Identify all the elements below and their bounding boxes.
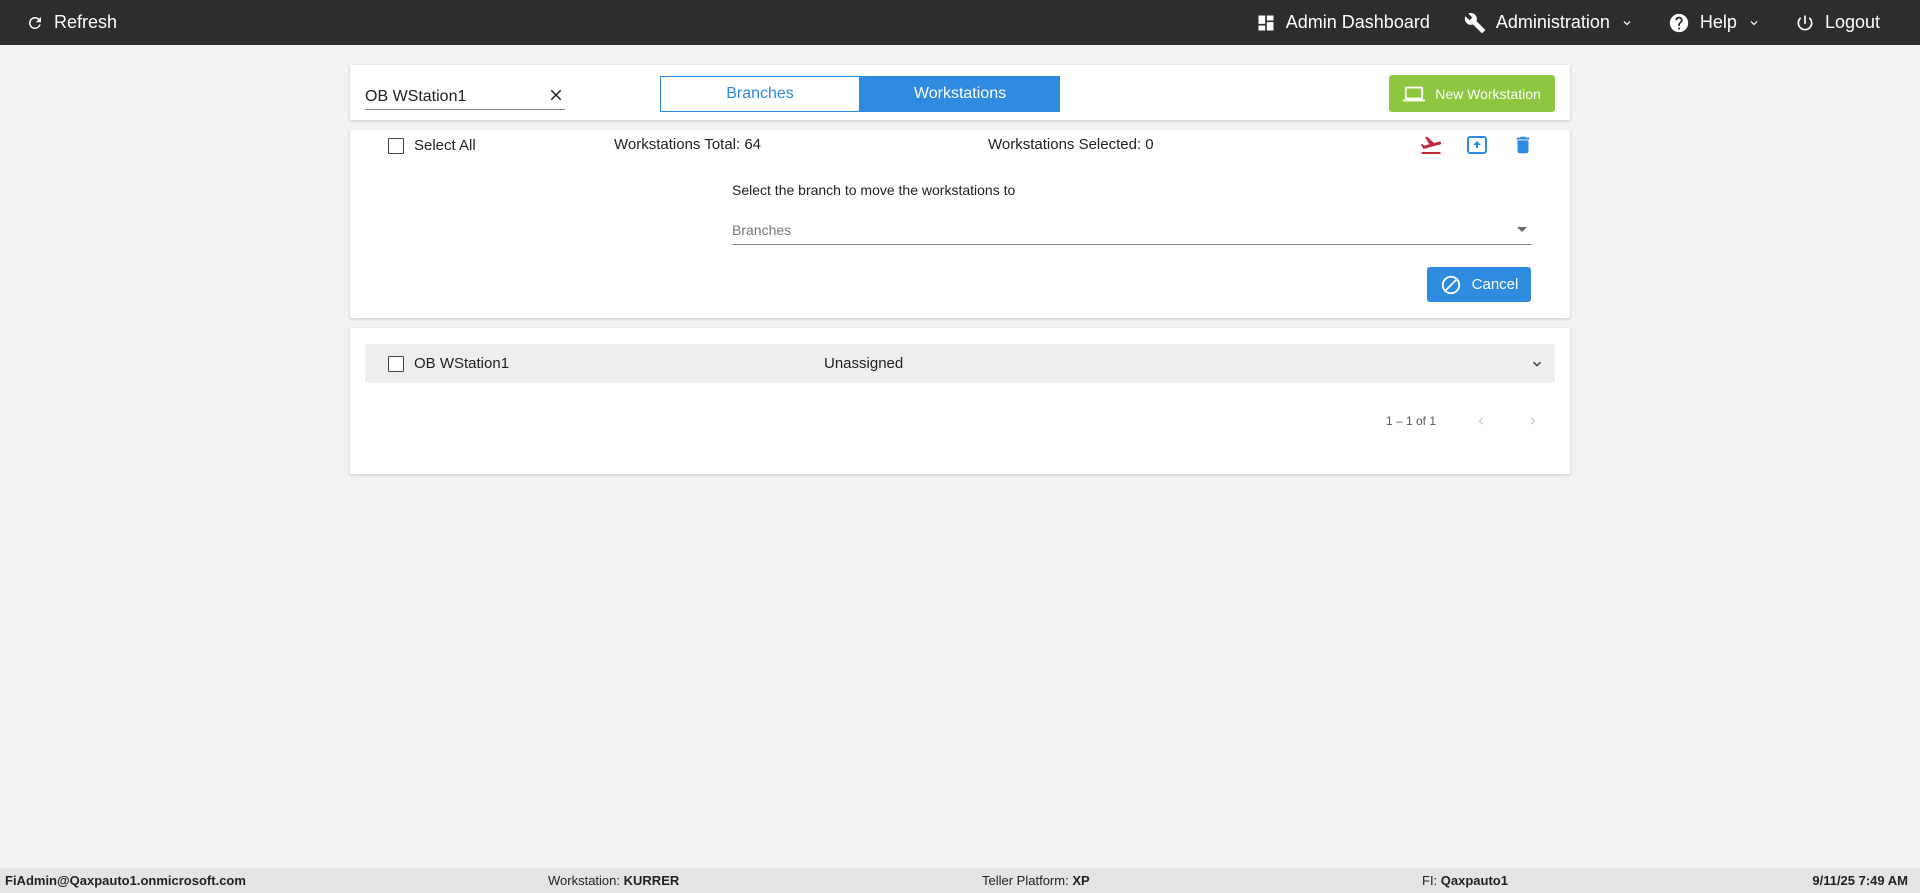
view-toggle: Branches Workstations bbox=[660, 76, 1060, 112]
close-icon[interactable] bbox=[547, 86, 565, 104]
delete-workstations-button[interactable] bbox=[1511, 133, 1535, 157]
select-all-checkbox[interactable] bbox=[388, 137, 404, 154]
select-all-label: Select All bbox=[414, 137, 476, 154]
bulk-action-icons bbox=[1419, 133, 1535, 157]
new-workstation-label: New Workstation bbox=[1435, 85, 1541, 102]
status-fi: FI: Qaxpauto1 bbox=[1422, 873, 1508, 888]
status-platform: Teller Platform: XP bbox=[982, 873, 1090, 888]
dashboard-icon bbox=[1258, 15, 1274, 30]
chevron-down-icon bbox=[1750, 20, 1758, 25]
workstations-selected: Workstations Selected: 0 bbox=[988, 136, 1154, 153]
status-datetime: 9/11/25 7:49 AM bbox=[1812, 873, 1908, 888]
top-bar: Refresh Admin Dashboard Administration H… bbox=[0, 0, 1920, 45]
new-workstation-button[interactable]: New Workstation bbox=[1389, 75, 1555, 112]
help-label: Help bbox=[1699, 12, 1737, 32]
workstations-total: Workstations Total: 64 bbox=[614, 136, 762, 153]
administration-menu[interactable]: Administration bbox=[1464, 12, 1634, 34]
refresh-label: Refresh bbox=[54, 12, 118, 32]
select-all[interactable]: Select All bbox=[388, 137, 476, 154]
paginator-range: 1 – 1 of 1 bbox=[1385, 414, 1436, 428]
bulk-actions-card: Select All Workstations Total: 64 Workst… bbox=[350, 130, 1570, 318]
refresh-icon bbox=[28, 16, 41, 29]
refresh-button[interactable]: Refresh bbox=[26, 0, 117, 45]
paginator: 1 – 1 of 1 bbox=[1386, 413, 1540, 429]
branch-select[interactable]: Branches bbox=[732, 215, 1532, 245]
help-icon bbox=[1669, 13, 1689, 32]
admin-dashboard-button[interactable]: Admin Dashboard bbox=[1256, 12, 1430, 33]
toolbar-card: Branches Workstations New Workstation bbox=[350, 65, 1570, 120]
power-icon bbox=[1797, 15, 1813, 30]
move-workstations-button[interactable] bbox=[1419, 133, 1443, 157]
chevron-down-icon bbox=[1623, 20, 1631, 25]
help-menu[interactable]: Help bbox=[1668, 12, 1761, 34]
status-bar: FiAdmin@Qaxpauto1.onmicrosoft.com Workst… bbox=[0, 868, 1920, 893]
upload-icon bbox=[1467, 136, 1487, 154]
chevron-left-icon[interactable] bbox=[1474, 413, 1488, 429]
administration-label: Administration bbox=[1495, 12, 1610, 32]
logout-button[interactable]: Logout bbox=[1795, 12, 1880, 33]
tab-branches[interactable]: Branches bbox=[660, 76, 860, 112]
admin-dashboard-label: Admin Dashboard bbox=[1285, 12, 1430, 32]
workstation-name: OB WStation1 bbox=[414, 355, 510, 372]
status-workstation: Workstation: KURRER bbox=[548, 873, 680, 888]
status-user: FiAdmin@Qaxpauto1.onmicrosoft.com bbox=[5, 873, 246, 888]
block-icon bbox=[1441, 275, 1460, 294]
export-workstations-button[interactable] bbox=[1465, 133, 1489, 157]
workstation-list-card: OB WStation1 Unassigned 1 – 1 of 1 bbox=[350, 328, 1570, 474]
flight-takeoff-icon bbox=[1420, 136, 1442, 154]
logout-label: Logout bbox=[1824, 12, 1880, 32]
dropdown-arrow-icon bbox=[1517, 227, 1527, 232]
chevron-down-icon[interactable] bbox=[1529, 356, 1545, 372]
table-row[interactable]: OB WStation1 Unassigned bbox=[365, 344, 1555, 383]
search-field bbox=[365, 80, 565, 110]
tab-workstations[interactable]: Workstations bbox=[860, 76, 1060, 112]
cancel-button[interactable]: Cancel bbox=[1427, 267, 1531, 302]
chevron-right-icon[interactable] bbox=[1526, 413, 1540, 429]
cancel-label: Cancel bbox=[1471, 276, 1519, 293]
trash-icon bbox=[1516, 136, 1530, 154]
row-checkbox[interactable] bbox=[388, 355, 404, 372]
search-input[interactable] bbox=[365, 83, 535, 106]
branch-select-placeholder: Branches bbox=[732, 221, 792, 238]
wrench-icon bbox=[1464, 12, 1485, 33]
laptop-icon bbox=[1403, 86, 1426, 101]
workstation-status: Unassigned bbox=[824, 355, 904, 372]
move-branch-label: Select the branch to move the workstatio… bbox=[732, 182, 1016, 198]
